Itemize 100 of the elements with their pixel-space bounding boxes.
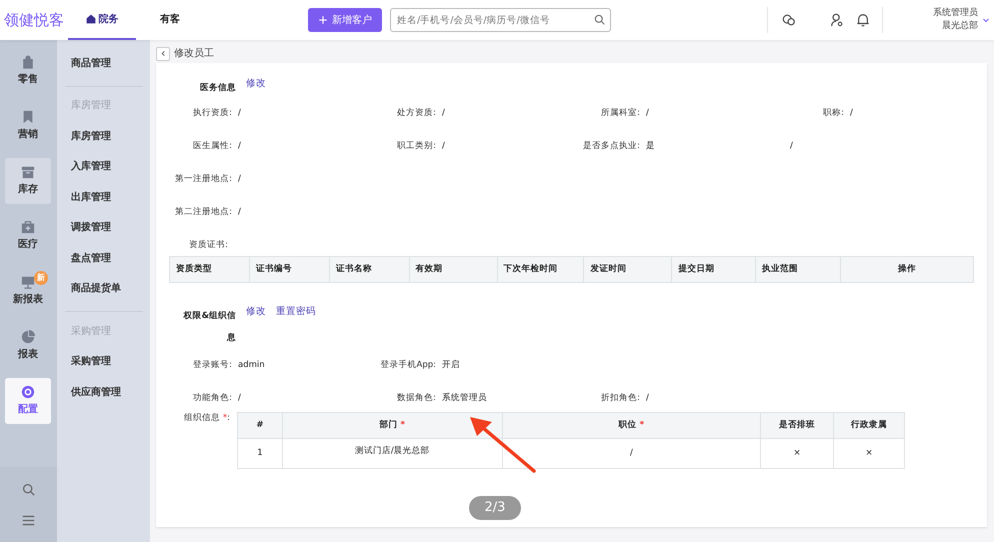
field-label: 是否多点执业: [582, 140, 640, 153]
field-value: 系统管理员 [442, 392, 487, 405]
field-label: 职工类别: [396, 140, 436, 153]
column-header: 证书编号 [249, 256, 330, 282]
column-header: 职位 * [502, 412, 761, 438]
rail-item[interactable]: 营销 [5, 103, 51, 149]
menu-item[interactable]: 调拨管理 [71, 212, 111, 243]
column-header: 部门 * [282, 412, 502, 438]
table-cell: / [502, 438, 761, 468]
search-icon [594, 14, 605, 25]
menu-item[interactable]: 供应商管理 [71, 377, 121, 408]
bag-icon [21, 55, 35, 69]
rail-item[interactable]: 医疗 [5, 213, 51, 259]
field-value: / [646, 392, 649, 405]
menu-item[interactable]: 商品管理 [71, 48, 111, 78]
page-indicator: 2/3 [469, 496, 521, 520]
rail-item[interactable]: 零售 [5, 48, 51, 94]
chat-icon[interactable] [782, 13, 796, 27]
presentation-board-icon [21, 275, 35, 289]
field-value: / [790, 140, 793, 153]
rail-item[interactable]: 报表 [5, 323, 51, 369]
table-cell: 测试门店/晨光总部 [282, 438, 502, 468]
section-title: 医务信息 [199, 82, 236, 95]
menu-icon[interactable] [22, 514, 35, 526]
field-label: 组织信息 *: [183, 412, 230, 425]
menu-item[interactable]: 入库管理 [71, 152, 111, 182]
menu-item[interactable]: 出库管理 [71, 182, 111, 212]
bookmark-icon [21, 110, 35, 124]
field-label: 登录手机App: [380, 358, 436, 372]
back-button[interactable] [156, 46, 170, 60]
table-cell: × [834, 438, 904, 468]
field-value: / [442, 140, 445, 153]
chevron-left-icon [160, 50, 166, 57]
medical-kit-icon [21, 220, 35, 234]
user-menu[interactable]: 系统管理员 晨光总部 [933, 7, 990, 33]
field-value: / [238, 206, 241, 219]
field-label: 执行资质: [192, 107, 232, 120]
column-header: 资质类型 [170, 256, 250, 282]
new-badge: 新 [34, 271, 48, 285]
text-link[interactable]: 修改 [246, 304, 266, 319]
rail-item[interactable]: 配置 [5, 378, 51, 424]
field-label: 第二注册地点: [174, 206, 232, 219]
menu-item[interactable]: 库房管理 [71, 121, 111, 152]
field-label: 数据角色: [396, 392, 436, 405]
field-label: 资质证书: [188, 239, 228, 252]
section-title: 权限&组织信息 [182, 310, 236, 345]
text-link[interactable]: 重置密码 [276, 304, 316, 319]
page-title: 修改员工 [174, 47, 214, 61]
field-label: 第一注册地点: [174, 173, 232, 186]
text-link[interactable]: 修改 [246, 77, 266, 92]
field-value: 开启 [442, 358, 460, 372]
field-value: / [442, 107, 445, 120]
table-cell: 1 [238, 438, 282, 468]
field-value: / [238, 107, 241, 120]
field-value: 是 [646, 140, 655, 153]
menu-item[interactable]: 商品提货单 [71, 274, 121, 304]
field-label: 所属科室: [600, 107, 640, 120]
field-label: 医生属性: [192, 140, 232, 153]
menu-item[interactable]: 盘点管理 [71, 243, 111, 274]
rail-item[interactable]: 新 新报表 [5, 268, 51, 314]
menu-heading: 采购管理 [71, 324, 112, 339]
column-header: 提交日期 [672, 256, 756, 282]
column-header: 发证时间 [584, 256, 672, 282]
column-header: # [238, 412, 282, 438]
menu-item[interactable]: 采购管理 [71, 346, 111, 377]
rail-item[interactable]: 库存 [5, 158, 51, 204]
caret-icon [982, 16, 990, 24]
search-field[interactable]: 姓名/手机号/会员号/病历号/微信号 [390, 8, 611, 32]
field-value: / [238, 173, 241, 186]
field-label: 处方资质: [396, 107, 436, 120]
field-label: 职称: [822, 107, 844, 120]
field-label: 折扣角色: [600, 392, 640, 405]
column-header: 是否排班 [760, 412, 834, 438]
annotation-arrow [470, 417, 536, 473]
user-name: 系统管理员 [933, 7, 978, 20]
user-org: 晨光总部 [941, 20, 978, 33]
column-header: 执业范围 [756, 256, 841, 282]
user-icon[interactable] [830, 13, 844, 27]
menu-heading: 库房管理 [71, 98, 112, 114]
column-header: 操作 [840, 256, 974, 282]
field-value: / [238, 140, 241, 153]
column-header: 行政隶属 [834, 412, 904, 438]
field-label: 登录账号: [192, 358, 232, 372]
bell-icon[interactable] [856, 13, 870, 27]
field-value: / [238, 392, 241, 405]
table-cell: × [760, 438, 834, 468]
search-icon[interactable] [22, 482, 35, 496]
archive-box-icon [21, 165, 35, 179]
settings-icon [21, 385, 35, 399]
logo[interactable]: 领健悦客 [0, 8, 68, 32]
add-customer-button[interactable]: 新增客户 [308, 8, 382, 32]
plus-icon [318, 15, 328, 25]
column-header: 有效期 [409, 256, 498, 282]
column-header: 证书名称 [329, 256, 410, 282]
field-label: 功能角色: [192, 392, 232, 405]
field-value: admin [238, 358, 265, 372]
nav-tab[interactable]: 有客 [136, 0, 204, 40]
pie-chart-icon [21, 330, 35, 344]
column-header: 下次年检时间 [497, 256, 584, 282]
home-icon [86, 14, 96, 24]
